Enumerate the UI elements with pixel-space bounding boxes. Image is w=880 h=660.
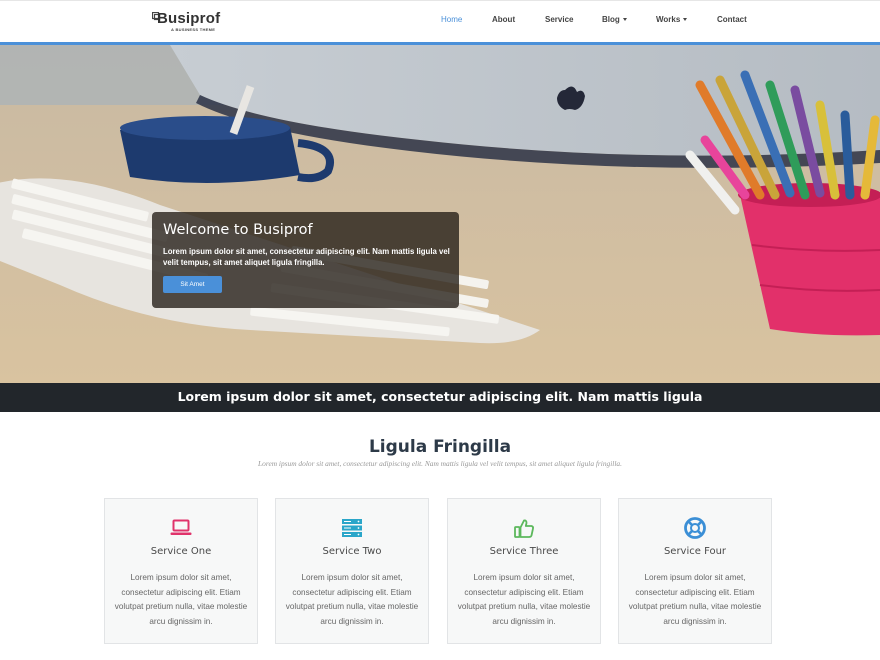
main-nav: Home About Service Blog Works Contact <box>0 15 880 31</box>
service-title: Service Two <box>322 546 382 557</box>
service-card: Service Four Lorem ipsum dolor sit amet,… <box>618 498 772 644</box>
service-card: Service One Lorem ipsum dolor sit amet, … <box>104 498 258 644</box>
section-title: Ligula Fringilla <box>368 437 512 457</box>
section-subtitle: Lorem ipsum dolor sit amet, consectetur … <box>258 459 622 468</box>
callout-strip: Lorem ipsum dolor sit amet, consectetur … <box>0 383 880 412</box>
hero-caption-box: Welcome to Busiprof Lorem ipsum dolor si… <box>152 212 459 308</box>
service-title: Service One <box>150 546 212 557</box>
laptop-icon <box>170 519 192 535</box>
nav-item-works-label: Works <box>656 15 681 24</box>
site-header: Busiprof A BUSINESS THEME Home About Ser… <box>0 0 880 42</box>
service-text: Lorem ipsum dolor sit amet, consectetur … <box>457 573 591 626</box>
nav-item-works[interactable]: Works <box>656 15 688 24</box>
chevron-down-icon <box>622 18 627 22</box>
lifebuoy-icon <box>684 517 706 539</box>
chevron-down-icon <box>683 18 688 22</box>
service-card: Service Three Lorem ipsum dolor sit amet… <box>447 498 601 644</box>
thumbs-up-icon <box>514 519 534 538</box>
hero-title: Welcome to Busiprof <box>163 222 313 238</box>
service-card: Service Two Lorem ipsum dolor sit amet, … <box>275 498 429 644</box>
nav-item-home[interactable]: Home <box>441 15 462 24</box>
nav-item-contact[interactable]: Contact <box>717 15 747 24</box>
service-title: Service Four <box>663 546 727 557</box>
nav-item-blog-label: Blog <box>602 15 620 24</box>
service-title: Service Three <box>489 546 559 557</box>
nav-item-blog[interactable]: Blog <box>602 15 627 24</box>
hero-slider: Welcome to Busiprof Lorem ipsum dolor si… <box>0 45 880 383</box>
callout-strip-text: Lorem ipsum dolor sit amet, consectetur … <box>177 389 703 404</box>
server-icon <box>342 519 362 537</box>
nav-item-about[interactable]: About <box>492 15 515 24</box>
hero-text: Lorem ipsum dolor sit amet, consectetur … <box>163 247 450 267</box>
service-text: Lorem ipsum dolor sit amet, consectetur … <box>285 573 419 626</box>
nav-item-service[interactable]: Service <box>545 15 573 24</box>
service-text: Lorem ipsum dolor sit amet, consectetur … <box>628 573 762 626</box>
hero-cta-button[interactable]: Sit Amet <box>163 276 222 293</box>
service-text: Lorem ipsum dolor sit amet, consectetur … <box>114 573 248 626</box>
